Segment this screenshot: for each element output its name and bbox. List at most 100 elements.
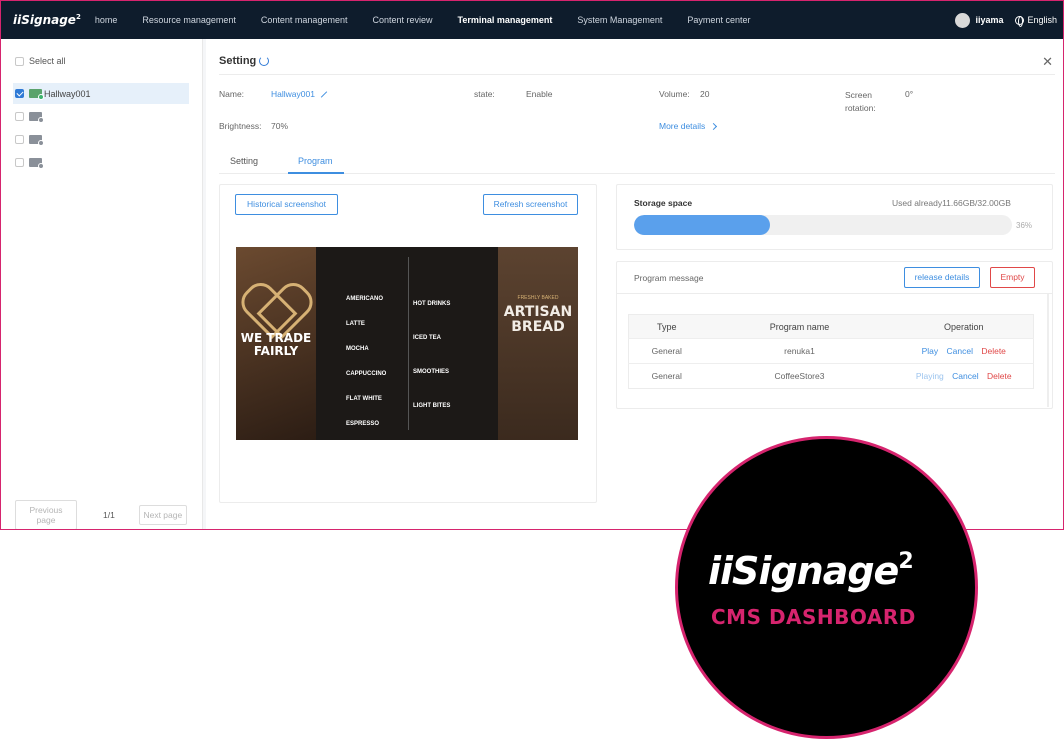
terminal-name: Hallway001 [44,88,91,99]
edit-icon[interactable] [320,91,328,98]
cancel-button[interactable]: Cancel [952,371,978,381]
playing-status: Playing [915,371,944,381]
delete-button[interactable]: Delete [981,346,1006,356]
terminal-item[interactable] [13,152,189,173]
historical-screenshot-button[interactable]: Historical screenshot [235,194,338,215]
close-icon[interactable]: ✕ [1042,54,1053,70]
nav-home[interactable]: home [95,15,118,25]
menu-item: MOCHA [346,346,369,352]
preview-menu-panel: AMERICANO LATTE MOCHA CAPPUCCINO FLAT WH… [316,247,498,440]
menu-item: AMERICANO [346,296,383,302]
top-navigation-bar: iiSignage2 home Resource management Cont… [1,1,1063,39]
divider [219,74,1055,75]
preview-right-text: ARTISAN BREAD [503,304,573,335]
page-indicator: 1/1 [103,510,115,520]
storage-progress-bar [634,215,1012,235]
language-switch[interactable]: English [1027,15,1057,25]
menu-item: ICED TEA [413,335,442,341]
cancel-button[interactable]: Cancel [947,346,973,356]
scrollbar[interactable] [1047,294,1049,407]
delete-button[interactable]: Delete [987,371,1012,381]
table-row: General renuka1 Play Cancel Delete [628,338,1034,364]
divider [617,293,1052,294]
storage-progress-fill [634,215,771,235]
globe-icon[interactable] [1015,15,1025,27]
column-header: Operation [894,314,1034,339]
menu-item: CAPPUCCINO [346,371,387,377]
nav-content-management[interactable]: Content management [261,15,348,25]
nav-payment-center[interactable]: Payment center [687,15,750,25]
more-details-link[interactable]: More details [659,121,718,131]
page-title: Setting [219,55,257,67]
program-name-link[interactable]: CoffeeStore3 [704,363,895,389]
name-label: Name: [219,89,245,99]
terminal-checkbox[interactable] [15,89,24,98]
avatar[interactable] [955,12,971,28]
release-details-button[interactable]: release details [904,267,980,288]
badge-logo: iiSignage2 [708,549,914,593]
select-all-checkbox[interactable] [15,57,24,67]
active-tab-indicator [288,172,344,174]
brightness-value: 70% [271,121,289,131]
display-offline-icon [29,158,44,169]
menu-item: HOT DRINKS [413,301,451,307]
screenshot-preview[interactable]: WE TRADE FAIRLY AMERICANO LATTE MOCHA CA… [236,247,578,440]
menu-item: FLAT WHITE [346,396,382,402]
program-table: Type Program name Operation General renu… [628,314,1034,389]
badge-subtitle: CMS DASHBOARD [711,605,916,629]
preview-left-text: WE TRADE FAIRLY [240,331,312,358]
terminal-checkbox[interactable] [15,112,24,121]
tab-program[interactable]: Program [298,156,333,166]
refresh-screenshot-button[interactable]: Refresh screenshot [483,194,578,215]
program-name: renuka1 [704,338,895,364]
program-type: General [628,338,705,364]
tab-setting[interactable]: Setting [230,156,258,166]
menu-item: LATTE [346,321,365,327]
menu-divider [408,257,409,430]
menu-item: LIGHT BITES [413,403,451,409]
tab-divider [219,173,1055,174]
display-online-icon [29,89,44,100]
nav-terminal-management[interactable]: Terminal management [458,15,553,25]
terminal-item[interactable] [13,129,189,150]
menu-column-drinks: HOT DRINKS ICED TEA SMOOTHIES LIGHT BITE… [413,287,450,423]
operation-cell: Playing Cancel Delete [894,363,1034,389]
terminal-sidebar: Select all Hallway001 Previous page 1/1 … [1,39,203,529]
state-label: state: [474,89,495,99]
terminal-checkbox[interactable] [15,158,24,167]
nav-system-management[interactable]: System Management [577,15,662,25]
menu-item: ESPRESSO [346,421,380,427]
app-logo[interactable]: iiSignage2 [13,13,81,27]
terminal-item[interactable] [13,106,189,127]
storage-title: Storage space [634,198,693,208]
terminal-checkbox[interactable] [15,135,24,144]
next-page-button[interactable]: Next page [138,505,187,525]
state-value: Enable [526,89,553,99]
user-name[interactable]: iiyama [975,15,1003,25]
terminal-detail: Setting ✕ Name: Hallway001 state: Enable… [206,39,1063,529]
user-area: iiyama English [955,1,1057,39]
volume-value: 20 [700,89,710,99]
display-offline-icon [29,135,44,146]
name-value[interactable]: Hallway001 [271,89,328,99]
pagination: Previous page 1/1 Next page [15,500,187,529]
preview-right-small: FRESHLY BAKED [517,295,559,301]
table-header-row: Type Program name Operation [628,314,1034,339]
brightness-label: Brightness: [219,121,262,131]
play-button[interactable]: Play [922,346,939,356]
table-row: General CoffeeStore3 Playing Cancel Dele… [628,363,1034,389]
column-header: Type [628,314,705,339]
refresh-icon[interactable] [259,56,269,66]
terminal-item[interactable]: Hallway001 [13,83,189,104]
program-message-title: Program message [634,273,704,283]
nav-content-review[interactable]: Content review [372,15,432,25]
select-all[interactable]: Select all [15,56,66,67]
cms-dashboard-badge: iiSignage2 CMS DASHBOARD [675,436,978,739]
preview-right-panel: FRESHLY BAKED ARTISAN BREAD [498,247,578,440]
column-header: Program name [704,314,895,339]
empty-button[interactable]: Empty [990,267,1035,288]
volume-label: Volume: [659,89,690,99]
nav-resource-management[interactable]: Resource management [142,15,236,25]
rotation-value: 0° [905,89,914,99]
previous-page-button[interactable]: Previous page [15,500,77,529]
